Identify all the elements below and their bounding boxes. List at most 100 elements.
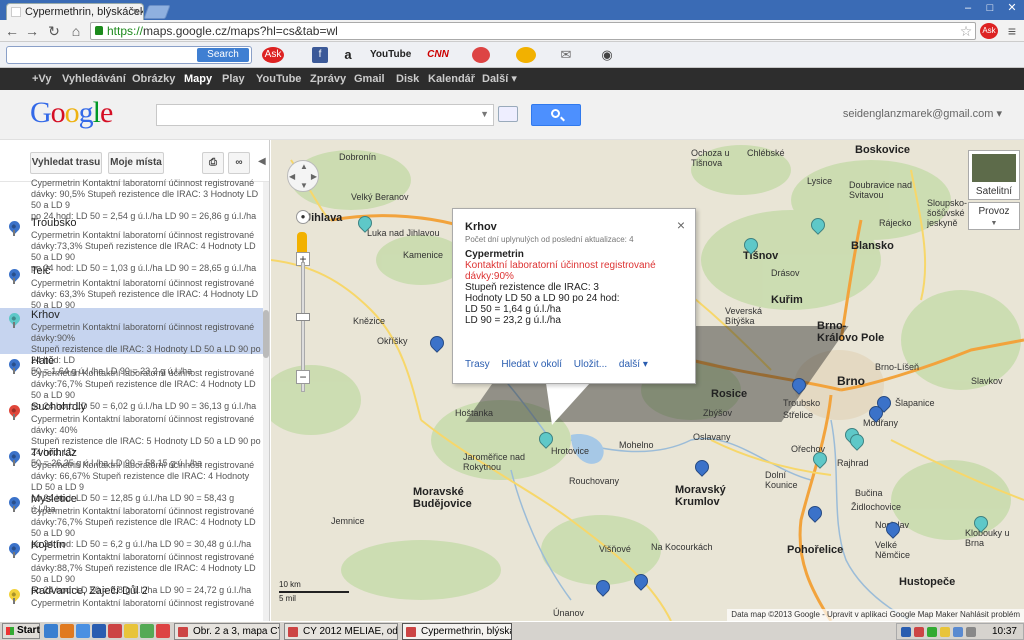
save-link[interactable]: Uložit... — [574, 359, 607, 370]
taskbar-clock[interactable]: 10:37 — [992, 626, 1017, 637]
result-title[interactable]: Suchohrdly — [31, 401, 86, 413]
infowindow-title[interactable]: Krhov — [465, 221, 497, 233]
keyboard-icon[interactable] — [498, 106, 518, 122]
zoom-slider-handle[interactable] — [296, 313, 310, 321]
result-title[interactable]: Radvanice, Zaječí Důl 2 — [31, 585, 148, 597]
ask-search-input[interactable]: Search — [6, 46, 252, 64]
eye-icon[interactable]: ◉ — [596, 47, 618, 63]
quicklaunch-chrome-icon[interactable] — [140, 624, 154, 638]
google-logo[interactable]: Google — [30, 96, 113, 130]
maximize-icon[interactable]: □ — [980, 1, 1000, 15]
gbar-item-gmail[interactable]: Gmail — [354, 68, 385, 90]
menu-icon[interactable]: ≡ — [1004, 23, 1020, 39]
location-icon[interactable]: ● — [296, 210, 310, 224]
pan-left-icon[interactable]: ◀ — [289, 172, 295, 181]
print-icon[interactable]: ⎙ — [202, 152, 224, 174]
mail-icon[interactable]: ✉ — [556, 47, 576, 63]
gbar-item-calendar[interactable]: Kalendář — [428, 68, 475, 90]
list-item[interactable]: Cypermetrin Kontaktní laboratorní účinno… — [0, 176, 264, 221]
home-icon[interactable]: ⌂ — [68, 23, 84, 39]
quicklaunch-ie-icon[interactable] — [76, 624, 90, 638]
list-item[interactable]: Mysletice Cypermetrin Kontaktní laborato… — [0, 492, 264, 549]
tab-close-icon[interactable]: × — [133, 4, 139, 20]
game-icon[interactable] — [472, 47, 490, 63]
collapse-panel-icon[interactable]: ◀ — [258, 156, 266, 167]
scrollbar-thumb[interactable] — [263, 310, 269, 358]
quicklaunch-firefox-icon[interactable] — [60, 624, 74, 638]
pan-down-icon[interactable]: ▼ — [300, 181, 308, 190]
list-item-selected[interactable]: Krhov Cypermetrin Kontaktní laboratorní … — [0, 308, 264, 376]
result-title[interactable]: Krhov — [31, 309, 60, 321]
gbar-item-play[interactable]: Play — [222, 68, 245, 90]
browser-tab[interactable]: Cypermethrin, blýskáček, 20 × — [6, 3, 144, 20]
tray-update-icon[interactable] — [940, 627, 950, 637]
quicklaunch-app-icon[interactable] — [108, 624, 122, 638]
traffic-toggle[interactable]: Provoz ▼ — [968, 202, 1020, 230]
tray-network-icon[interactable] — [901, 627, 911, 637]
facebook-icon[interactable]: f — [312, 47, 328, 63]
close-icon[interactable]: × — [677, 217, 685, 233]
pan-right-icon[interactable]: ▶ — [311, 172, 317, 181]
gbar-item-drive[interactable]: Disk — [396, 68, 419, 90]
route-button[interactable]: Vyhledat trasu — [30, 152, 102, 174]
zoom-out-button[interactable]: − — [296, 370, 310, 384]
link-icon[interactable]: ∞ — [228, 152, 250, 174]
taskbar-window[interactable]: CY 2012 MELIAE, odb. m... — [284, 623, 398, 640]
maps-search-input[interactable]: ▼ — [156, 104, 494, 126]
account-menu[interactable]: seidenglanzmarek@gmail.com ▾ — [843, 107, 1002, 120]
ask-search-button[interactable]: Search — [197, 48, 249, 62]
forward-icon[interactable]: → — [24, 23, 40, 39]
satellite-toggle[interactable]: Satelitní — [968, 150, 1020, 200]
my-places-button[interactable]: Moje místa — [108, 152, 164, 174]
gbar-item-maps[interactable]: Mapy — [184, 68, 212, 90]
ask-extension-icon[interactable]: Ask — [980, 23, 998, 39]
youtube-icon[interactable]: YouTube — [370, 47, 411, 63]
maps-search-button[interactable] — [531, 104, 581, 126]
list-item[interactable]: Tvořihráz Cypermetrin Kontaktní laborato… — [0, 446, 264, 514]
address-bar[interactable]: https://maps.google.cz/maps?hl=cs&tab=wl — [90, 22, 976, 40]
list-item[interactable]: Hatě Cypermetrin Kontaktní laboratorní ú… — [0, 354, 264, 411]
directions-link[interactable]: Trasy — [465, 359, 490, 370]
gbar-item-more[interactable]: Další ▾ — [482, 68, 517, 90]
star-icon[interactable]: ☆ — [958, 23, 974, 39]
pan-control[interactable]: ▲ ◀ ▶ ▼ — [287, 160, 319, 192]
minimize-icon[interactable]: – — [958, 1, 978, 15]
list-item[interactable]: Telč Cypermetrin Kontaktní laboratorní ú… — [0, 264, 264, 321]
panel-scrollbar[interactable] — [263, 182, 269, 621]
quicklaunch-save-icon[interactable] — [92, 624, 106, 638]
result-title[interactable]: Mysletice — [31, 493, 77, 505]
back-icon[interactable]: ← — [4, 23, 20, 39]
tray-volume-icon[interactable] — [953, 627, 963, 637]
tray-misc-icon[interactable] — [966, 627, 976, 637]
pan-up-icon[interactable]: ▲ — [300, 162, 308, 171]
search-nearby-link[interactable]: Hledat v okolí — [501, 359, 562, 370]
close-window-icon[interactable]: ✕ — [1002, 1, 1022, 15]
reload-icon[interactable]: ↻ — [46, 23, 62, 39]
gbar-item-youtube[interactable]: YouTube — [256, 68, 301, 90]
result-title[interactable]: Telč — [31, 265, 51, 277]
result-title[interactable]: Tvořihráz — [31, 447, 77, 459]
amazon-icon[interactable]: a — [340, 47, 356, 63]
gbar-item-images[interactable]: Obrázky — [132, 68, 175, 90]
result-title[interactable]: Kojetín — [31, 539, 65, 551]
search-dropdown-icon[interactable]: ▼ — [480, 109, 489, 119]
quicklaunch-media-icon[interactable] — [156, 624, 170, 638]
gbar-item-news[interactable]: Zprávy — [310, 68, 346, 90]
gbar-item-search[interactable]: Vyhledávání — [62, 68, 126, 90]
list-item[interactable]: Suchohrdly Cypermetrin Kontaktní laborat… — [0, 400, 264, 468]
taskbar-window-active[interactable]: Cypermethrin, blýska... — [402, 623, 512, 640]
quicklaunch-folder-icon[interactable] — [124, 624, 138, 638]
quicklaunch-desktop-icon[interactable] — [44, 624, 58, 638]
weather-icon[interactable] — [516, 47, 536, 63]
result-title[interactable]: Troubsko — [31, 217, 76, 229]
taskbar-window[interactable]: Obr. 2 a 3, mapa CY 12.... — [174, 623, 280, 640]
new-tab-button[interactable] — [143, 5, 171, 19]
list-item[interactable]: Troubsko Cypermetrin Kontaktní laborator… — [0, 216, 264, 273]
list-item[interactable]: Kojetín Cypermetrin Kontaktní laboratorn… — [0, 538, 264, 595]
start-button[interactable]: Start — [2, 623, 40, 639]
tray-antivirus-icon[interactable] — [914, 627, 924, 637]
map-copyright[interactable]: Data map ©2013 Google - Upravit v aplika… — [727, 609, 1024, 621]
tray-app-icon[interactable] — [927, 627, 937, 637]
list-item[interactable]: Radvanice, Zaječí Důl 2 Cypermetrin Kont… — [0, 584, 264, 621]
result-title[interactable]: Hatě — [31, 355, 54, 367]
